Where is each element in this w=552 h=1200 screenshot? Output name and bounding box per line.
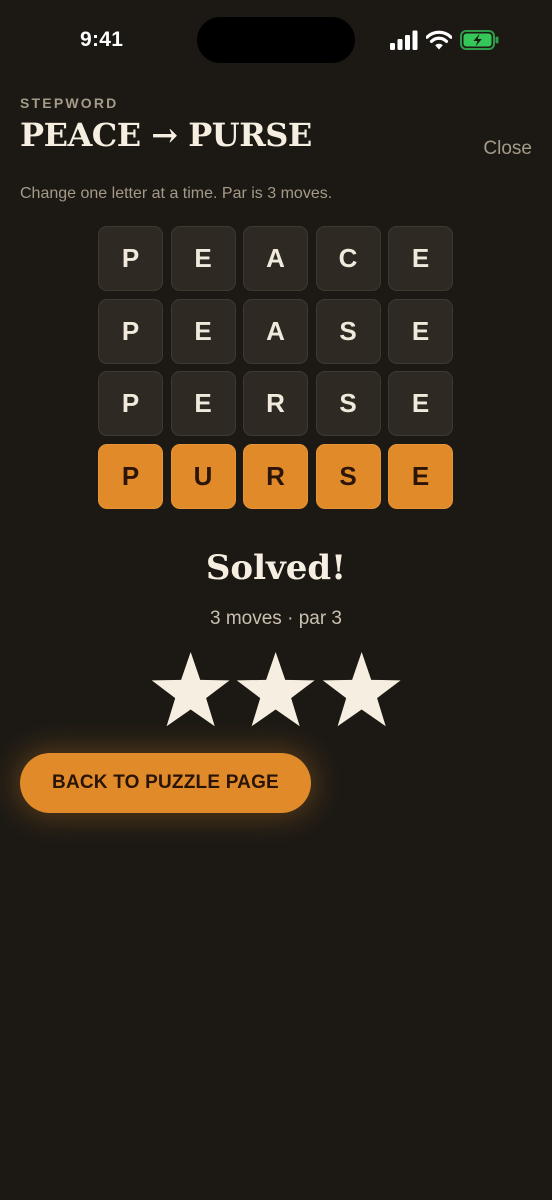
app-name-eyebrow: STEPWORD	[20, 95, 119, 111]
moves-summary: 3 moves · par 3	[210, 608, 342, 629]
tile: E	[170, 226, 236, 291]
back-to-puzzle-page-button[interactable]: BACK TO PUZZLE PAGE	[20, 753, 311, 813]
solved-tile: E	[388, 443, 453, 509]
status-bar: 9:41	[0, 0, 552, 84]
tile: E	[388, 226, 453, 291]
tile: C	[315, 226, 381, 291]
tile: A	[243, 226, 308, 291]
puzzle-title: PEACE → PURSE	[20, 116, 312, 154]
tile: S	[315, 298, 381, 364]
close-button[interactable]: Close	[483, 138, 532, 160]
tile: E	[170, 298, 236, 364]
solved-tile: R	[243, 443, 308, 509]
tile: A	[243, 298, 308, 364]
tile: E	[388, 371, 453, 436]
tile: E	[170, 371, 236, 436]
star-icon	[151, 652, 230, 727]
status-time: 9:41	[80, 28, 124, 51]
star-icon	[237, 652, 315, 727]
word-ladder-board: P E A C E P E A S E P E R S E P U R S E	[98, 226, 453, 509]
solved-tile: U	[170, 443, 236, 509]
tile: E	[388, 298, 453, 364]
instructions-text: Change one letter at a time. Par is 3 mo…	[20, 185, 333, 202]
tile: P	[98, 298, 163, 364]
battery-charging-icon	[460, 30, 500, 50]
cellular-signal-icon	[390, 30, 418, 50]
solved-tile: P	[98, 443, 163, 509]
tile: R	[243, 371, 308, 436]
dynamic-island	[197, 17, 355, 63]
star-icon	[322, 652, 401, 727]
status-icons	[390, 28, 500, 52]
wifi-icon	[426, 30, 452, 50]
solved-heading: Solved!	[205, 548, 347, 588]
tile: S	[315, 371, 381, 436]
star-rating	[148, 650, 404, 736]
solved-tile: S	[315, 443, 381, 509]
tile: P	[98, 226, 163, 291]
tile: P	[98, 371, 163, 436]
